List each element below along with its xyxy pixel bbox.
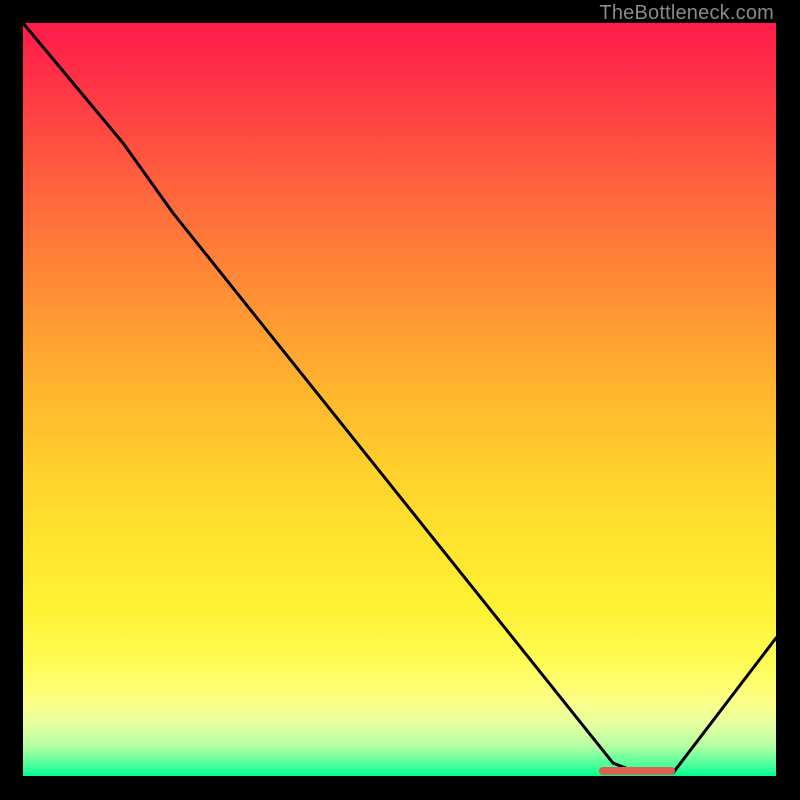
- chart-area: [23, 23, 776, 776]
- bottleneck-curve: [23, 23, 776, 776]
- watermark-text: TheBottleneck.com: [599, 2, 774, 25]
- optimal-range-marker: [599, 767, 675, 775]
